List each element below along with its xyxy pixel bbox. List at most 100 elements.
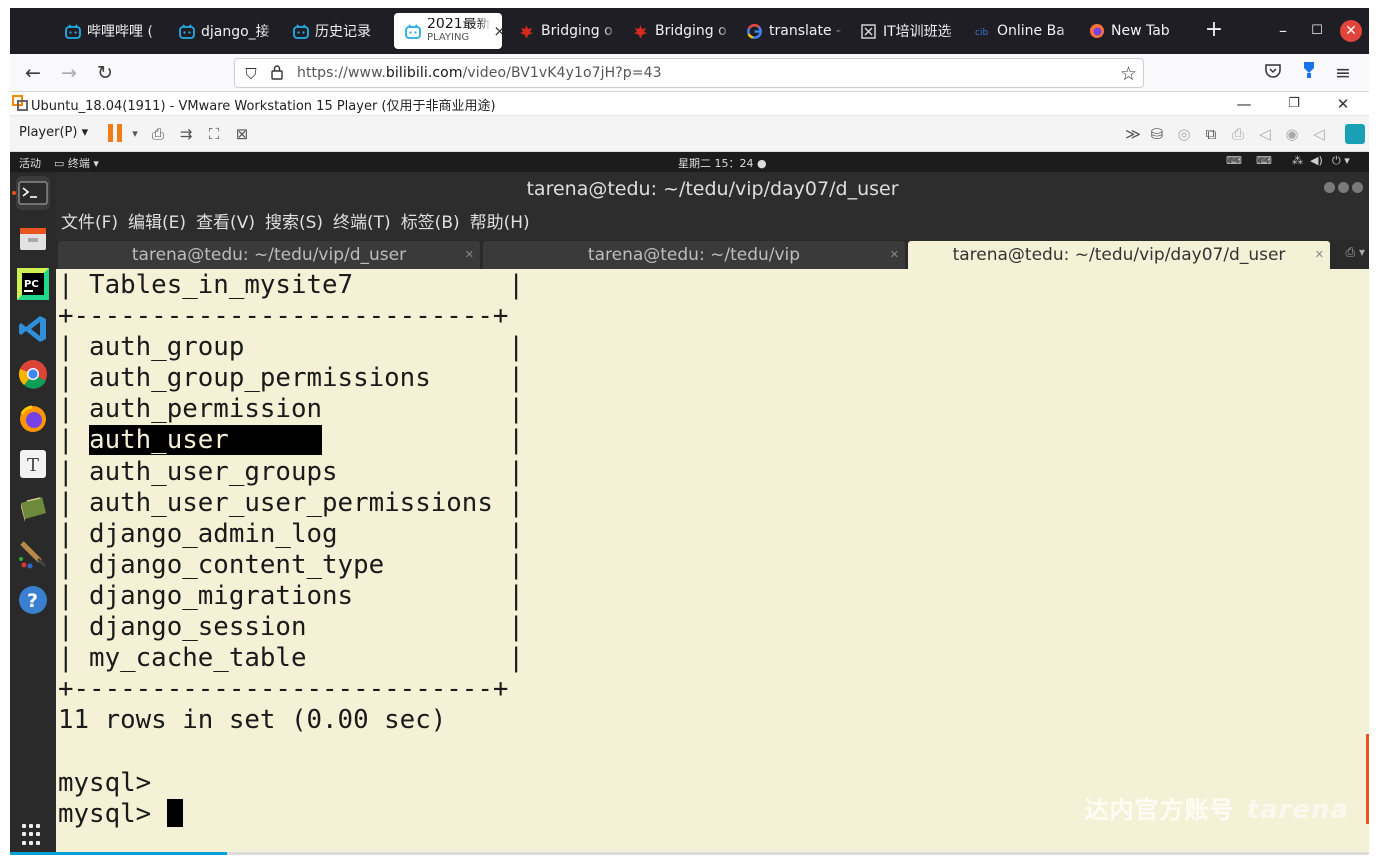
input-method-icon[interactable]: ⌨ [1256,154,1272,167]
more-devices-icon[interactable]: ≫ [1122,123,1144,145]
terminal-title: tarena@tedu: ~/tedu/vip/day07/d_user [526,178,899,200]
terminal-tab[interactable]: tarena@tedu: ~/tedu/vip ✕ [483,241,905,269]
pocket-icon[interactable] [1260,60,1286,86]
terminal-minimize-icon[interactable] [1324,182,1335,193]
hard-disk-icon[interactable]: ⛁ [1146,123,1168,145]
svg-text:T: T [27,455,39,476]
extension-icon[interactable] [1296,60,1322,86]
browser-tab[interactable]: IT培训班选 [850,13,960,49]
video-progress-bar[interactable] [10,852,1369,855]
browser-tab[interactable]: cib Online Ba [964,13,1074,49]
removable-devices-icon[interactable]: ⇉ [175,123,197,145]
audio-icon[interactable]: ◁ [1308,123,1330,145]
terminal-tab[interactable]: tarena@tedu: ~/tedu/vip/d_user ✕ [58,241,480,269]
keyboard-icon[interactable]: ⌨ [1226,154,1242,167]
notes-icon[interactable] [1345,124,1365,144]
browser-tab[interactable]: 历史记录 [282,13,392,49]
menu-view[interactable]: 查看(V) [196,213,255,233]
video-progress-fill [10,852,228,855]
menu-terminal[interactable]: 终端(T) [333,213,391,233]
menu-tabs[interactable]: 标签(B) [401,213,460,233]
browser-tab[interactable]: Bridging o [508,13,618,49]
files-icon[interactable] [16,222,50,256]
browser-tab-active[interactable]: 2021最新 PLAYING × [394,13,502,49]
pause-dropdown-icon[interactable]: ▾ [124,123,146,145]
ubuntu-dock: PC T ? [10,172,56,855]
books-icon[interactable] [16,492,50,526]
cd-icon[interactable]: ◎ [1173,123,1195,145]
chrome-icon[interactable] [16,357,50,391]
shield-icon[interactable]: ⛉ [241,64,261,84]
clock[interactable]: 星期二 15：24 ● [678,155,767,171]
close-tab-icon[interactable]: × [491,22,502,40]
inkscape-icon[interactable] [16,537,50,571]
app-menu[interactable]: ▭ 终端 ▾ [54,155,99,171]
pycharm-icon[interactable]: PC [16,267,50,301]
show-applications-icon[interactable] [22,824,44,846]
text-editor-icon[interactable]: T [16,447,50,481]
new-tab-button[interactable]: + [1200,18,1228,44]
vscode-icon[interactable] [16,312,50,346]
terminal-window-buttons [1324,182,1363,193]
browser-tab[interactable]: New Tab [1078,13,1188,49]
browser-tab[interactable]: Bridging o [622,13,732,49]
vmware-logo-icon [12,95,28,111]
terminal-maximize-icon[interactable] [1338,182,1349,193]
browser-tab[interactable]: 哔哩哔哩 ( [54,13,164,49]
bookmark-star-icon[interactable]: ☆ [1120,63,1137,85]
vm-minimize-icon[interactable]: — [1232,93,1256,115]
power-icon[interactable]: ⏻ ▾ [1332,154,1350,168]
terminal-close-icon[interactable] [1352,182,1363,193]
sound-icon[interactable]: ◁ [1254,123,1276,145]
close-tab-icon[interactable]: ✕ [465,241,474,269]
lock-icon[interactable] [267,64,287,84]
terminal-body[interactable]: | Tables_in_mysite7 | +------------------… [56,269,1369,855]
camera-icon[interactable]: ◉ [1281,123,1303,145]
svg-text:cib: cib [975,28,988,37]
terminal-icon[interactable] [16,176,50,210]
browser-tab[interactable]: translate - [736,13,846,49]
fullscreen-icon[interactable]: ⛶ [203,123,225,145]
terminal-tab-bar: tarena@tedu: ~/tedu/vip/d_user ✕ tarena@… [56,240,1369,269]
close-tab-icon[interactable]: ✕ [890,241,899,269]
close-tab-icon[interactable]: ✕ [1315,241,1324,269]
tab-menu-icon[interactable]: ⎙ ▾ [1346,245,1365,260]
maximize-icon[interactable]: ☐ [1306,20,1328,42]
table-row: | auth_group_permissions | [58,363,524,394]
unity-icon[interactable]: ⊠ [231,123,253,145]
url-bar[interactable]: ⛉ https://www.bilibili.com/video/BV1vK4y… [234,58,1144,88]
menu-icon[interactable]: ≡ [1330,60,1356,86]
menu-edit[interactable]: 编辑(E) [128,213,186,233]
terminal-tab-active[interactable]: tarena@tedu: ~/tedu/vip/day07/d_user ✕ [908,241,1330,269]
network-status-icon[interactable]: ⁂ [1292,154,1303,167]
terminal-scrollbar[interactable] [1366,734,1369,824]
volume-icon[interactable]: ◀) [1310,154,1323,167]
vm-close-icon[interactable]: ✕ [1331,93,1355,115]
table-row: | auth_group | [58,332,524,363]
terminal-output: | Tables_in_mysite7 | +------------------… [58,270,524,830]
firefox-dock-icon[interactable] [16,402,50,436]
menu-help[interactable]: 帮助(H) [470,213,530,233]
player-menu[interactable]: Player(P) ▾ [19,125,88,140]
bilibili-icon [404,23,421,40]
browser-tab[interactable]: django_接 [168,13,278,49]
forward-icon[interactable]: → [56,60,82,86]
send-ctrl-alt-del-icon[interactable]: ⎙ [147,123,169,145]
printer-icon[interactable]: ⎙ [1227,123,1249,145]
watermark-logo: tarena [1246,795,1349,825]
vm-restore-icon[interactable]: ❐ [1282,93,1306,115]
table-row: | django_content_type | [58,549,524,580]
reload-icon[interactable]: ↻ [92,60,118,86]
pause-icon[interactable] [108,124,122,142]
menu-file[interactable]: 文件(F) [61,213,118,233]
network-icon[interactable]: ⧉ [1200,123,1222,145]
help-icon[interactable]: ? [16,583,50,617]
table-row: | auth_user | [58,425,524,456]
back-icon[interactable]: ← [20,60,46,86]
minimize-icon[interactable]: – [1272,20,1294,42]
menu-search[interactable]: 搜索(S) [265,213,323,233]
close-window-icon[interactable]: ✕ [1340,20,1362,42]
activities-button[interactable]: 活动 [19,155,41,171]
url-text[interactable]: https://www.bilibili.com/video/BV1vK4y1o… [297,65,662,81]
